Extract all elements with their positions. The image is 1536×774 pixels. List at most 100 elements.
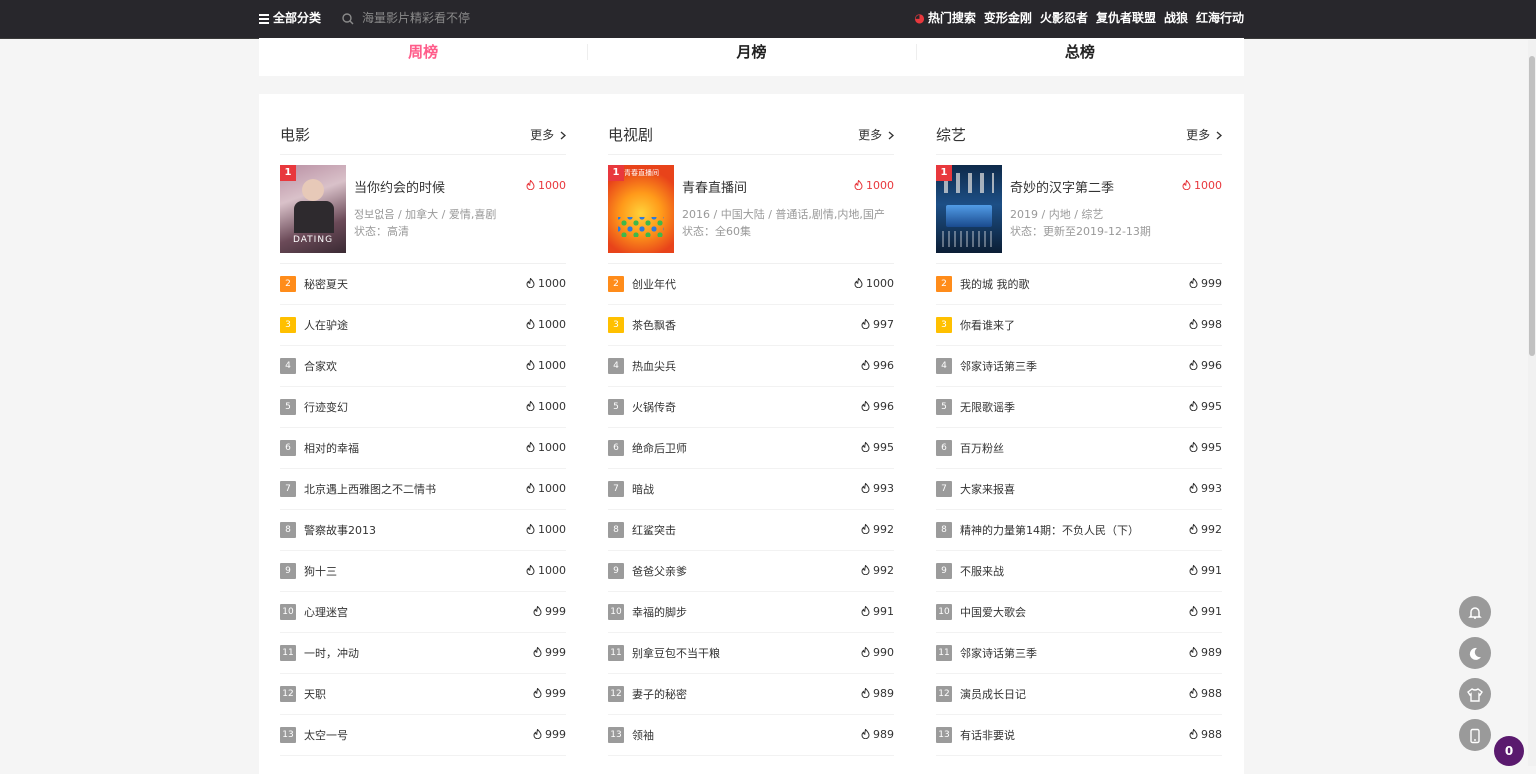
item-title[interactable]: 精神的力量第14期：不负人民（下） <box>960 522 1139 538</box>
item-title[interactable]: 爸爸父亲爹 <box>632 563 687 579</box>
item-title[interactable]: 青春直播间 <box>682 177 747 196</box>
hot-keyword-link[interactable]: 变形金刚 <box>984 11 1032 25</box>
list-item[interactable]: 9 不服来战 991 <box>936 551 1222 592</box>
list-item[interactable]: 13 领袖 989 <box>608 715 894 756</box>
item-title[interactable]: 天职 <box>304 686 326 702</box>
item-title[interactable]: 一时，冲动 <box>304 645 359 661</box>
list-item[interactable]: 9 爸爸父亲爹 992 <box>608 551 894 592</box>
item-title[interactable]: 奇妙的汉字第二季 <box>1010 177 1114 196</box>
list-item[interactable]: 6 百万粉丝 995 <box>936 428 1222 469</box>
list-item[interactable]: 8 精神的力量第14期：不负人民（下） 992 <box>936 510 1222 551</box>
search-bar[interactable]: 海量影片精彩看不停 <box>342 0 470 38</box>
list-item[interactable]: 7 大家来报喜 993 <box>936 469 1222 510</box>
tab-monthly[interactable]: 月榜 <box>587 38 915 76</box>
list-item[interactable]: 4 邻家诗话第三季 996 <box>936 346 1222 387</box>
scrollbar-thumb[interactable] <box>1529 56 1535 356</box>
tab-total[interactable]: 总榜 <box>915 38 1244 76</box>
hot-keyword-link[interactable]: 红海行动 <box>1196 11 1244 25</box>
list-item[interactable]: 10 心理迷宫 999 <box>280 592 566 633</box>
list-item[interactable]: 11 一时，冲动 999 <box>280 633 566 674</box>
item-title[interactable]: 我的城 我的歌 <box>960 276 1030 292</box>
list-item[interactable]: 2 创业年代 1000 <box>608 264 894 305</box>
list-item[interactable]: 13 有话非要说 988 <box>936 715 1222 756</box>
mobile-button[interactable] <box>1459 719 1491 751</box>
notification-badge[interactable]: 0 <box>1494 736 1524 766</box>
item-title[interactable]: 绝命后卫师 <box>632 440 687 456</box>
poster-image[interactable]: 1 <box>936 165 1002 253</box>
item-title[interactable]: 火锅传奇 <box>632 399 676 415</box>
list-item[interactable]: 2 我的城 我的歌 999 <box>936 264 1222 305</box>
item-title[interactable]: 相对的幸福 <box>304 440 359 456</box>
list-item[interactable]: 6 相对的幸福 1000 <box>280 428 566 469</box>
more-link[interactable]: 更多 <box>530 126 566 143</box>
item-title[interactable]: 别拿豆包不当干粮 <box>632 645 720 661</box>
item-title[interactable]: 有话非要说 <box>960 727 1015 743</box>
list-item[interactable]: 9 狗十三 1000 <box>280 551 566 592</box>
item-title[interactable]: 大家来报喜 <box>960 481 1015 497</box>
list-item[interactable]: 13 太空一号 999 <box>280 715 566 756</box>
item-title[interactable]: 秘密夏天 <box>304 276 348 292</box>
more-link[interactable]: 更多 <box>1186 126 1222 143</box>
item-title[interactable]: 领袖 <box>632 727 654 743</box>
item-title[interactable]: 当你约会的时候 <box>354 177 445 196</box>
list-item[interactable]: 11 别拿豆包不当干粮 990 <box>608 633 894 674</box>
list-item[interactable]: 10 幸福的脚步 991 <box>608 592 894 633</box>
item-title[interactable]: 警察故事2013 <box>304 522 376 538</box>
poster-image[interactable]: 青春直播间 1 <box>608 165 674 253</box>
item-title[interactable]: 狗十三 <box>304 563 337 579</box>
item-title[interactable]: 合家欢 <box>304 358 337 374</box>
item-title[interactable]: 演员成长日记 <box>960 686 1026 702</box>
scrollbar[interactable] <box>1528 40 1536 766</box>
hot-keyword-link[interactable]: 火影忍者 <box>1040 11 1088 25</box>
tab-weekly[interactable]: 周榜 <box>259 38 587 76</box>
list-item[interactable]: 5 无限歌谣季 995 <box>936 387 1222 428</box>
top-ranked-item[interactable]: DATING 1 当你约会的时候 1000 정보없음 / 加拿大 / 爱情,喜剧 状态：高… <box>280 155 566 264</box>
list-item[interactable]: 11 邻家诗话第三季 989 <box>936 633 1222 674</box>
list-item[interactable]: 8 红鲨突击 992 <box>608 510 894 551</box>
item-title[interactable]: 红鲨突击 <box>632 522 676 538</box>
top-ranked-item[interactable]: 1 奇妙的汉字第二季 1000 2019 / 内地 / 综艺 状态：更新至2019-12… <box>936 155 1222 264</box>
item-title[interactable]: 创业年代 <box>632 276 676 292</box>
item-title[interactable]: 人在驴途 <box>304 317 348 333</box>
item-title[interactable]: 北京遇上西雅图之不二情书 <box>304 481 436 497</box>
bell-button[interactable] <box>1459 596 1491 628</box>
search-input[interactable]: 海量影片精彩看不停 <box>362 11 470 25</box>
list-item[interactable]: 8 警察故事2013 1000 <box>280 510 566 551</box>
list-item[interactable]: 4 合家欢 1000 <box>280 346 566 387</box>
item-title[interactable]: 百万粉丝 <box>960 440 1004 456</box>
list-item[interactable]: 5 火锅传奇 996 <box>608 387 894 428</box>
list-item[interactable]: 7 北京遇上西雅图之不二情书 1000 <box>280 469 566 510</box>
more-link[interactable]: 更多 <box>858 126 894 143</box>
list-item[interactable]: 3 你看谁来了 998 <box>936 305 1222 346</box>
item-title[interactable]: 茶色飘香 <box>632 317 676 333</box>
item-title[interactable]: 无限歌谣季 <box>960 399 1015 415</box>
hot-keyword-link[interactable]: 复仇者联盟 <box>1096 11 1156 25</box>
item-title[interactable]: 邻家诗话第三季 <box>960 358 1037 374</box>
dark-mode-button[interactable] <box>1459 637 1491 669</box>
item-title[interactable]: 暗战 <box>632 481 654 497</box>
list-item[interactable]: 12 演员成长日记 988 <box>936 674 1222 715</box>
top-ranked-item[interactable]: 青春直播间 1 青春直播间 1000 2016 / 中国大陆 / 普通话,剧情,内地,国… <box>608 155 894 264</box>
list-item[interactable]: 12 妻子的秘密 989 <box>608 674 894 715</box>
item-title[interactable]: 太空一号 <box>304 727 348 743</box>
list-item[interactable]: 6 绝命后卫师 995 <box>608 428 894 469</box>
poster-image[interactable]: DATING 1 <box>280 165 346 253</box>
item-title[interactable]: 邻家诗话第三季 <box>960 645 1037 661</box>
item-title[interactable]: 热血尖兵 <box>632 358 676 374</box>
all-categories-button[interactable]: 全部分类 <box>259 0 321 38</box>
item-title[interactable]: 你看谁来了 <box>960 317 1015 333</box>
theme-button[interactable] <box>1459 678 1491 710</box>
list-item[interactable]: 7 暗战 993 <box>608 469 894 510</box>
item-title[interactable]: 中国爱大歌会 <box>960 604 1026 620</box>
list-item[interactable]: 2 秘密夏天 1000 <box>280 264 566 305</box>
item-title[interactable]: 行迹变幻 <box>304 399 348 415</box>
item-title[interactable]: 不服来战 <box>960 563 1004 579</box>
list-item[interactable]: 3 人在驴途 1000 <box>280 305 566 346</box>
item-title[interactable]: 妻子的秘密 <box>632 686 687 702</box>
list-item[interactable]: 5 行迹变幻 1000 <box>280 387 566 428</box>
item-title[interactable]: 心理迷宫 <box>304 604 348 620</box>
list-item[interactable]: 3 茶色飘香 997 <box>608 305 894 346</box>
hot-keyword-link[interactable]: 战狼 <box>1164 11 1188 25</box>
item-title[interactable]: 幸福的脚步 <box>632 604 687 620</box>
list-item[interactable]: 12 天职 999 <box>280 674 566 715</box>
